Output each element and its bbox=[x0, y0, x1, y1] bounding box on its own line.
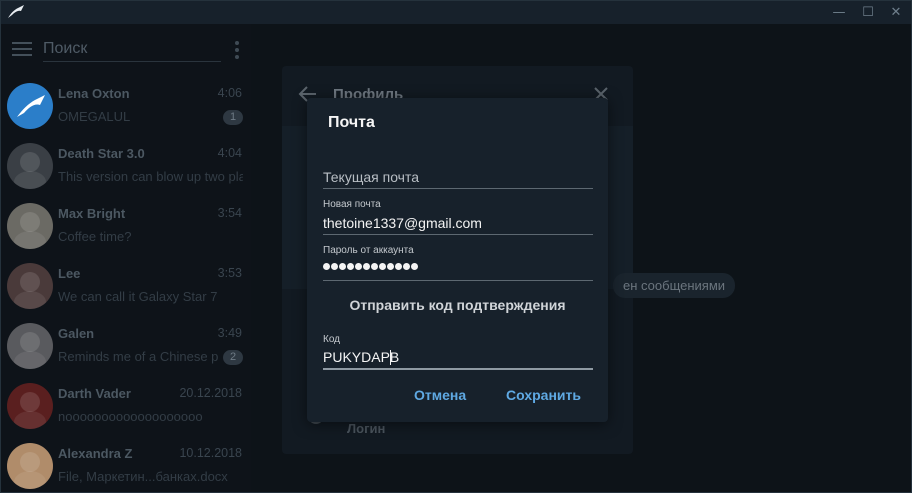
chat-list-item[interactable]: Darth Vader 20.12.2018 noooooooooooooooooo… bbox=[1, 376, 251, 436]
avatar bbox=[7, 443, 53, 489]
unread-badge: 2 bbox=[223, 350, 243, 365]
search-input[interactable] bbox=[43, 36, 221, 62]
chat-time: 20.12.2018 bbox=[179, 386, 242, 400]
code-underline bbox=[323, 368, 593, 370]
chat-list-item[interactable]: Lee 3:53 We can call it Galaxy Star 7 bbox=[1, 256, 251, 316]
chat-time: 4:04 bbox=[217, 146, 242, 160]
dialog-title: Почта bbox=[328, 114, 375, 131]
chat-last-message: OMEGALUL bbox=[58, 109, 131, 124]
bird-icon bbox=[17, 95, 45, 117]
password-dot bbox=[347, 263, 354, 270]
code-label: Код bbox=[323, 334, 341, 345]
password-dot bbox=[363, 263, 370, 270]
app-logo-icon bbox=[8, 5, 24, 18]
password-dot bbox=[331, 263, 338, 270]
password-dot bbox=[387, 263, 394, 270]
chat-last-message: nooooooooooooooooooo bbox=[58, 409, 203, 424]
chat-last-message: Reminds me of a Chinese prototype bbox=[58, 349, 218, 364]
password-dot bbox=[355, 263, 362, 270]
unread-badge: 1 bbox=[223, 110, 243, 125]
chat-time: 3:53 bbox=[217, 266, 242, 280]
avatar bbox=[7, 323, 53, 369]
chat-list-item[interactable]: Death Star 3.0 4:04 This version can blow … bbox=[1, 136, 251, 196]
current-email-underline bbox=[323, 188, 593, 189]
chat-name: Max Bright bbox=[58, 206, 126, 221]
password-dot bbox=[379, 263, 386, 270]
avatar bbox=[7, 383, 53, 429]
title-bar: — ☐ ✕ bbox=[1, 1, 911, 24]
chat-last-message: File, Маркетин...банках.docx bbox=[58, 469, 228, 484]
maximize-button[interactable]: ☐ bbox=[853, 1, 883, 24]
chat-last-message: We can call it Galaxy Star 7 bbox=[58, 289, 218, 304]
chat-time: 10.12.2018 bbox=[179, 446, 242, 460]
send-code-button[interactable]: Отправить код подтверждения bbox=[307, 297, 608, 313]
chat-list-item[interactable]: Lena Oxton 4:06 OMEGALUL 1 bbox=[1, 76, 251, 136]
notifications-chip: ен сообщениями bbox=[613, 273, 736, 298]
chat-name: Alexandra Z bbox=[58, 446, 133, 461]
chat-name: Death Star 3.0 bbox=[58, 146, 145, 161]
login-label: Логин bbox=[347, 421, 386, 436]
password-dot bbox=[323, 263, 330, 270]
avatar bbox=[7, 203, 53, 249]
password-dot bbox=[403, 263, 410, 270]
chat-last-message: This version can blow up two planets bbox=[58, 169, 243, 184]
current-email-input[interactable] bbox=[323, 166, 593, 188]
password-label: Пароль от аккаунта bbox=[323, 245, 414, 256]
chat-time: 3:49 bbox=[217, 326, 242, 340]
chat-sidebar: Lena Oxton 4:06 OMEGALUL 1 Death Star 3.0 4:0… bbox=[1, 24, 251, 492]
password-underline bbox=[323, 280, 593, 281]
password-dot bbox=[339, 263, 346, 270]
hamburger-menu-icon[interactable] bbox=[12, 42, 32, 56]
chat-name: Darth Vader bbox=[58, 386, 131, 401]
new-email-label: Новая почта bbox=[323, 199, 381, 210]
chat-list-item[interactable]: Alexandra Z 10.12.2018 File, Маркетин...ба… bbox=[1, 436, 251, 492]
text-caret bbox=[390, 350, 391, 365]
chat-name: Galen bbox=[58, 326, 95, 341]
code-input[interactable]: PUKYDAPB bbox=[323, 348, 593, 370]
chat-last-message: Coffee time? bbox=[58, 229, 132, 244]
password-dot bbox=[411, 263, 418, 270]
avatar bbox=[7, 263, 53, 309]
cancel-button[interactable]: Отмена bbox=[414, 387, 466, 403]
close-window-button[interactable]: ✕ bbox=[881, 1, 911, 24]
chat-name: Lena Oxton bbox=[58, 86, 130, 101]
password-dot bbox=[395, 263, 402, 270]
chat-time: 4:06 bbox=[217, 86, 242, 100]
chat-time: 3:54 bbox=[217, 206, 242, 220]
password-dot bbox=[371, 263, 378, 270]
chat-name: Lee bbox=[58, 266, 81, 281]
save-button[interactable]: Сохранить bbox=[506, 387, 581, 403]
minimize-button[interactable]: — bbox=[824, 1, 854, 24]
avatar bbox=[7, 143, 53, 189]
new-email-underline bbox=[323, 234, 593, 235]
chat-list-item[interactable]: Max Bright 3:54 Coffee time? bbox=[1, 196, 251, 256]
chat-list-item[interactable]: Galen 3:49 Reminds me of a Chinese prototy… bbox=[1, 316, 251, 376]
email-dialog: Почта Новая почта thetoine1337@gmail.com… bbox=[307, 98, 608, 422]
new-email-input[interactable]: thetoine1337@gmail.com bbox=[323, 214, 593, 236]
app-window: — ☐ ✕ Lena Oxton 4:06 OMEGALUL 1 Death Star … bbox=[0, 0, 912, 493]
more-options-icon[interactable] bbox=[234, 41, 240, 59]
avatar bbox=[7, 83, 53, 129]
